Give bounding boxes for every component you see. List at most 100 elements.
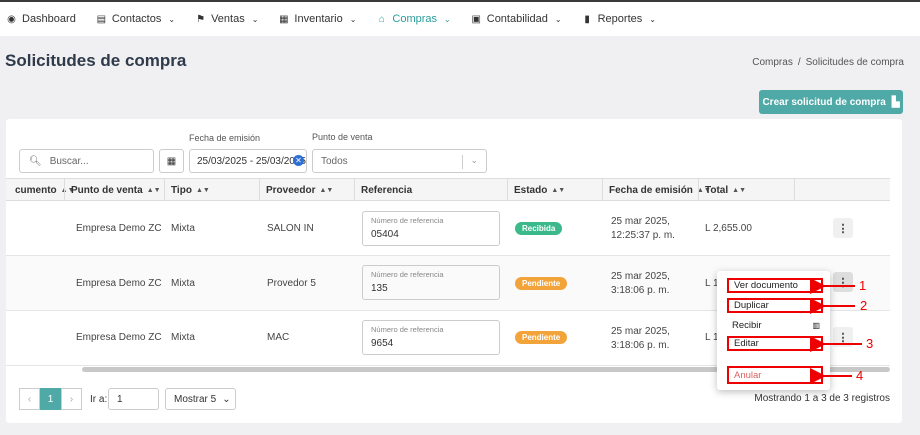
pencil-icon: ✎ <box>811 339 818 348</box>
search-icon: 🔍︎ <box>29 155 42 167</box>
chevron-right-icon: › <box>69 393 74 405</box>
purchases-icon: ⌂ <box>378 13 385 25</box>
annotation-label-1: 1 <box>859 278 867 293</box>
clear-date-icon[interactable]: ✕ <box>293 155 304 166</box>
accounting-icon: ▣ <box>471 13 481 25</box>
cell-tipo: Mixta <box>171 223 195 234</box>
dashboard-icon: ◉ <box>7 13 16 25</box>
date-range-input[interactable]: 25/03/2025 - 25/03/2025 <box>189 149 307 173</box>
reference-input[interactable]: Número de referencia 135 <box>362 265 500 300</box>
sales-icon: ⚑ <box>196 13 206 25</box>
breadcrumb-compras[interactable]: Compras <box>752 57 793 68</box>
cell-proveedor: SALON IN <box>267 223 314 234</box>
cell-proveedor: MAC <box>267 332 290 343</box>
pagination: ‹ 1 › <box>19 388 82 410</box>
col-punto-venta[interactable]: Punto de venta ▲▼ <box>64 179 164 201</box>
reference-input[interactable]: Número de referencia 05404 <box>362 211 500 246</box>
menu-anular[interactable]: Anular ▙ <box>727 366 823 384</box>
goto-label: Ir a: <box>90 394 108 405</box>
cell-tipo: Mixta <box>171 278 195 289</box>
reference-input[interactable]: Número de referencia 9654 <box>362 320 500 355</box>
chevron-left-icon: ‹ <box>27 393 32 405</box>
calendar-button[interactable]: ▦ <box>159 149 184 173</box>
menu-duplicar[interactable]: Duplicar ❐ <box>727 298 823 313</box>
create-purchase-request-button[interactable]: Crear solicitud de compra ▙ <box>759 90 903 114</box>
col-referencia: Referencia <box>354 179 507 201</box>
page-1-button[interactable]: 1 <box>40 388 61 410</box>
chevron-down-icon: ⌄ <box>168 14 176 24</box>
menu-editar[interactable]: Editar ✎ <box>727 336 823 351</box>
copy-icon: ❐ <box>810 301 818 310</box>
records-info: Mostrando 1 a 3 de 3 registros <box>754 393 890 404</box>
cell-total: L 2,655.00 <box>705 223 752 234</box>
cancel-document-icon: ▙ <box>811 370 818 380</box>
status-badge: Pendiente <box>515 277 568 290</box>
breadcrumb: Compras / Solicitudes de compra <box>752 57 904 68</box>
status-badge: Recibida <box>515 222 563 235</box>
nav-dashboard[interactable]: ◉ Dashboard <box>0 2 90 36</box>
col-total[interactable]: Total ▲▼ <box>698 179 794 201</box>
row-actions-button[interactable]: ⋮ <box>833 218 853 238</box>
cell-fecha-date: 25 mar 2025, <box>611 326 670 337</box>
more-vertical-icon: ⋮ <box>837 222 849 235</box>
sort-icon: ▲▼ <box>732 186 747 194</box>
nav-contactos[interactable]: ▤ Contactos ⌄ <box>90 2 189 36</box>
status-badge: Pendiente <box>515 331 568 344</box>
document-icon: ▤ <box>810 281 818 290</box>
col-fecha-emision[interactable]: Fecha de emisión ▲▼ <box>602 179 711 201</box>
col-actions <box>794 179 890 201</box>
col-tipo[interactable]: Tipo ▲▼ <box>164 179 259 201</box>
sort-icon: ▲▼ <box>195 186 210 194</box>
document-add-icon: ▙ <box>891 96 900 108</box>
trash-icon: ▥ <box>812 321 820 330</box>
row-actions-button[interactable]: ⋮ <box>833 272 853 292</box>
sort-icon: ▲▼ <box>319 186 334 194</box>
row-actions-button[interactable]: ⋮ <box>833 327 853 347</box>
breadcrumb-current: Solicitudes de compra <box>805 57 904 68</box>
cell-punto-venta: Empresa Demo ZC <box>76 278 162 289</box>
search-input[interactable]: 🔍︎ Buscar... <box>19 149 154 173</box>
inventory-icon: ▦ <box>279 13 289 25</box>
next-page-button[interactable]: › <box>61 388 82 410</box>
cell-punto-venta: Empresa Demo ZC <box>76 223 162 234</box>
menu-ver-documento[interactable]: Ver documento ▤ <box>727 278 823 293</box>
goto-page-input[interactable]: 1 <box>108 388 159 410</box>
cell-tipo: Mixta <box>171 332 195 343</box>
breadcrumb-separator: / <box>797 57 801 68</box>
cell-fecha-time: 12:25:37 p. m. <box>611 230 675 241</box>
col-proveedor[interactable]: Proveedor ▲▼ <box>259 179 354 201</box>
select-separator <box>462 155 463 169</box>
prev-page-button[interactable]: ‹ <box>19 388 40 410</box>
cell-punto-venta: Empresa Demo ZC <box>76 332 162 343</box>
reports-icon: ▮ <box>584 13 590 25</box>
cell-fecha-time: 3:18:06 p. m. <box>611 285 670 296</box>
calendar-icon: ▦ <box>166 155 177 167</box>
row-actions-menu: Ver documento ▤ Duplicar ❐ Recibir ▥ Editar… <box>717 271 830 390</box>
annotation-label-2: 2 <box>860 298 868 313</box>
pos-select[interactable]: Todos ⌄ <box>312 149 487 173</box>
nav-reportes[interactable]: ▮ Reportes ⌄ <box>576 2 670 36</box>
contacts-icon: ▤ <box>96 13 107 25</box>
chevron-down-icon: ⌄ <box>349 14 357 24</box>
nav-inventario[interactable]: ▦ Inventario ⌄ <box>272 2 370 36</box>
table-header: cumento ▲▼ Punto de venta ▲▼ Tipo ▲▼ Provee… <box>6 178 890 201</box>
page-title: Solicitudes de compra <box>5 51 187 70</box>
annotation-label-4: 4 <box>856 368 864 383</box>
nav-contabilidad[interactable]: ▣ Contabilidad ⌄ <box>465 2 576 36</box>
menu-recibir[interactable]: Recibir ▥ <box>727 318 823 333</box>
top-navbar: ◉ Dashboard ▤ Contactos ⌄ ⚑ Ventas ⌄ ▦ Inventa… <box>0 0 920 36</box>
page-size-select[interactable]: Mostrar 5 ⌄ <box>165 388 236 410</box>
nav-compras[interactable]: ⌂ Compras ⌄ <box>370 2 464 36</box>
annotation-label-3: 3 <box>866 336 874 351</box>
chevron-down-icon: ⌄ <box>470 155 478 165</box>
col-estado[interactable]: Estado ▲▼ <box>507 179 602 201</box>
col-documento[interactable]: cumento ▲▼ <box>6 179 75 201</box>
cell-proveedor: Provedor 5 <box>267 278 316 289</box>
cell-fecha-date: 25 mar 2025, <box>611 271 670 282</box>
more-vertical-icon: ⋮ <box>837 331 849 344</box>
chevron-down-icon: ⌄ <box>554 14 562 24</box>
nav-ventas[interactable]: ⚑ Ventas ⌄ <box>189 2 272 36</box>
chevron-down-icon: ⌄ <box>444 14 451 24</box>
chevron-down-icon: ⌄ <box>251 14 259 24</box>
cell-fecha-time: 3:18:06 p. m. <box>611 340 670 351</box>
